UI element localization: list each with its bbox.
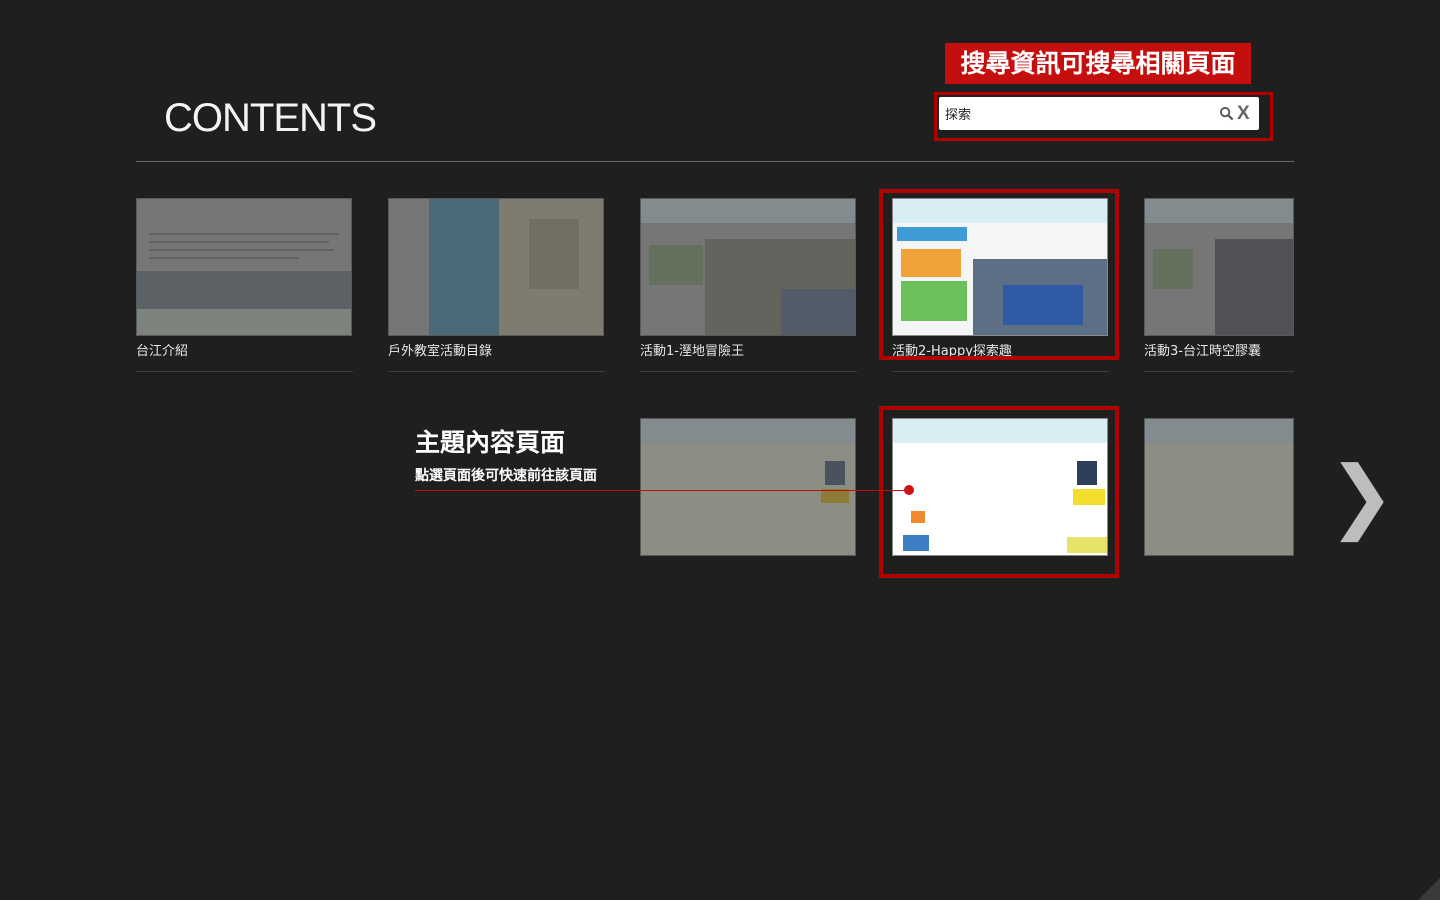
page-thumbnail-1[interactable] xyxy=(136,198,352,336)
header-divider xyxy=(136,161,1294,162)
selected-page-highlight xyxy=(879,189,1119,360)
annotation-pointer-line xyxy=(415,490,908,491)
page-thumbnail-8[interactable] xyxy=(1144,418,1294,556)
page-label-5[interactable]: 活動3-台江時空膠囊 xyxy=(1144,344,1294,372)
page-title: CONTENTS xyxy=(164,96,377,140)
page-thumbnail-2[interactable] xyxy=(388,198,604,336)
resize-grip-icon[interactable] xyxy=(1412,872,1440,900)
next-page-arrow-icon[interactable]: ❯ xyxy=(1328,446,1395,546)
clear-search-icon[interactable]: X xyxy=(1237,101,1250,127)
theme-page-highlight xyxy=(879,406,1119,578)
search-input[interactable] xyxy=(943,100,1207,126)
page-label-3[interactable]: 活動1-溼地冒險王 xyxy=(640,344,857,372)
search-box: X xyxy=(939,97,1259,130)
search-icon[interactable] xyxy=(1219,106,1234,121)
page-thumbnail-5[interactable] xyxy=(1144,198,1294,336)
theme-annotation-title: 主題內容頁面 xyxy=(415,428,566,457)
annotation-pointer-dot xyxy=(904,485,914,495)
theme-annotation-subtitle: 點選頁面後可快速前往該頁面 xyxy=(415,468,597,484)
page-thumbnail-6[interactable] xyxy=(640,418,856,556)
page-thumbnail-3[interactable] xyxy=(640,198,856,336)
page-label-2[interactable]: 戶外教室活動目錄 xyxy=(388,344,605,372)
page-label-1[interactable]: 台江介紹 xyxy=(136,344,353,372)
search-annotation-label: 搜尋資訊可搜尋相關頁面 xyxy=(945,43,1251,84)
